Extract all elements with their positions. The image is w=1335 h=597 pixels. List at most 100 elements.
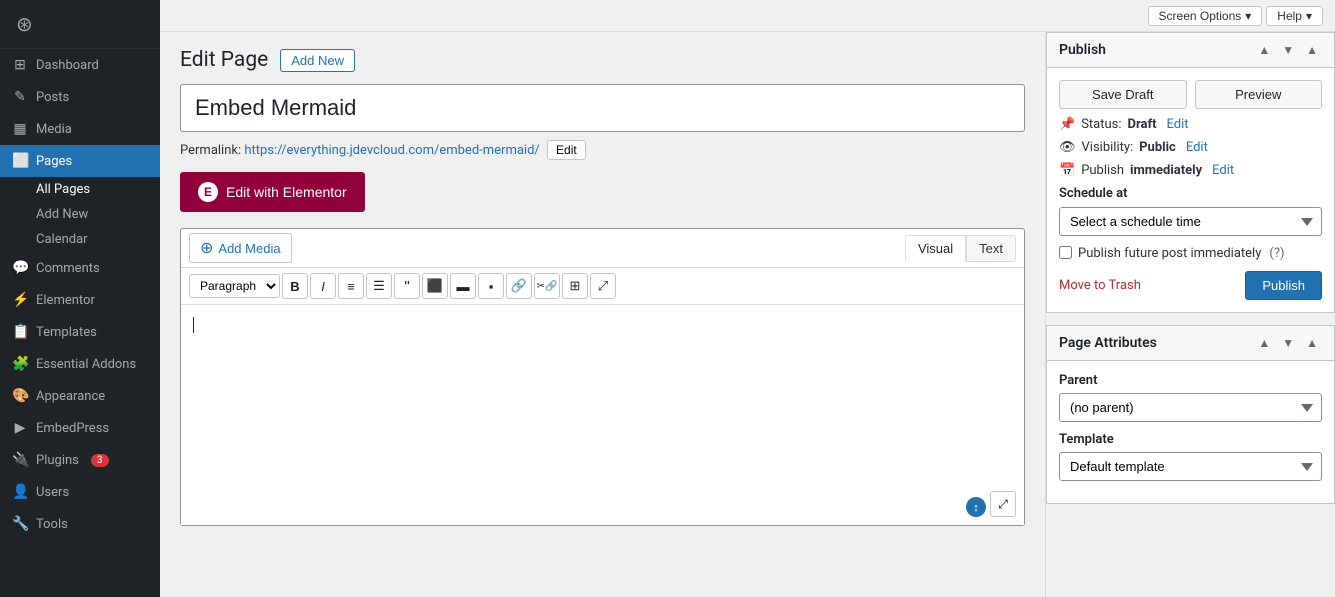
permalink-row: Permalink: https://everything.jdevcloud.…: [180, 140, 1025, 160]
expand-editor-button[interactable]: ⤢: [990, 491, 1016, 517]
publish-box: Publish ▲ ▼ ▲ Save Draft Preview: [1046, 32, 1335, 313]
publish-edit-link[interactable]: Edit: [1212, 163, 1234, 178]
publish-box-body: Save Draft Preview 📌 Status: Draft Edit …: [1047, 68, 1334, 312]
wp-editor: ⊕ Add Media Visual Text Paragraph B I ≡: [180, 228, 1025, 526]
elementor-logo-icon: E: [198, 182, 218, 202]
page-attr-collapse-down[interactable]: ▼: [1278, 334, 1298, 352]
table-button[interactable]: ⊞: [562, 273, 588, 299]
page-title-row: Edit Page Add New: [180, 48, 1025, 72]
sidebar-item-label: Appearance: [36, 389, 105, 404]
fullscreen-button[interactable]: ⤢: [590, 273, 616, 299]
future-post-checkbox[interactable]: [1059, 246, 1072, 259]
sidebar-item-label: Plugins: [36, 453, 79, 468]
help-button[interactable]: Help ▾: [1266, 6, 1323, 26]
essential-addons-icon: 🧩: [12, 356, 28, 372]
add-media-button[interactable]: ⊕ Add Media: [189, 233, 292, 263]
editor-body[interactable]: ↕ ⤢: [181, 305, 1024, 525]
publish-panel-toggle[interactable]: ▲: [1302, 41, 1322, 59]
sidebar-item-dashboard[interactable]: ⊞ Dashboard: [0, 49, 160, 81]
appearance-icon: 🎨: [12, 388, 28, 404]
add-new-button[interactable]: Add New: [280, 49, 355, 72]
publish-box-header: Publish ▲ ▼ ▲: [1047, 33, 1334, 68]
sidebar-item-label: EmbedPress: [36, 421, 109, 436]
page-title-input[interactable]: [180, 84, 1025, 132]
status-value: Draft: [1128, 117, 1157, 132]
dashboard-icon: ⊞: [12, 57, 28, 73]
sidebar-item-essential-addons[interactable]: 🧩 Essential Addons: [0, 348, 160, 380]
unordered-list-button[interactable]: ≡: [338, 273, 364, 299]
tab-text[interactable]: Text: [966, 235, 1016, 262]
ordered-list-button[interactable]: ☰: [366, 273, 392, 299]
italic-button[interactable]: I: [310, 273, 336, 299]
sidebar-item-posts[interactable]: ✎ Posts: [0, 81, 160, 113]
plugins-icon: 🔌: [12, 452, 28, 468]
blockquote-button[interactable]: ": [394, 273, 420, 299]
sidebar-item-label: Posts: [36, 90, 69, 105]
sidebar-item-elementor[interactable]: ⚡ Elementor: [0, 284, 160, 316]
visibility-row: 👁 Visibility: Public Edit: [1059, 140, 1322, 155]
format-select[interactable]: Paragraph: [189, 274, 280, 298]
screen-options-chevron-icon: ▾: [1245, 9, 1251, 23]
tab-visual[interactable]: Visual: [905, 235, 966, 262]
page-attributes-controls: ▲ ▼ ▲: [1254, 334, 1322, 352]
publish-button[interactable]: Publish: [1245, 271, 1322, 300]
posts-icon: ✎: [12, 89, 28, 105]
visibility-edit-link[interactable]: Edit: [1186, 140, 1208, 155]
bold-button[interactable]: B: [282, 273, 308, 299]
permalink-link[interactable]: https://everything.jdevcloud.com/embed-m…: [244, 143, 539, 158]
align-left-button[interactable]: ⬛: [422, 273, 448, 299]
sidebar-item-comments[interactable]: 💬 Comments: [0, 252, 160, 284]
parent-select[interactable]: (no parent): [1059, 393, 1322, 422]
save-draft-button[interactable]: Save Draft: [1059, 80, 1187, 109]
sidebar-item-media[interactable]: ▦ Media: [0, 113, 160, 145]
align-center-button[interactable]: ▬: [450, 273, 476, 299]
move-to-trash-link[interactable]: Move to Trash: [1059, 278, 1245, 293]
scroll-indicator: ↕: [966, 497, 986, 517]
sidebar-sub-calendar[interactable]: Calendar: [28, 227, 160, 252]
sidebar-item-templates[interactable]: 📋 Templates: [0, 316, 160, 348]
help-label: Help: [1277, 9, 1302, 23]
sidebar-sub-add-new[interactable]: Add New: [28, 202, 160, 227]
sidebar-item-plugins[interactable]: 🔌 Plugins 3: [0, 444, 160, 476]
sidebar-item-embedpress[interactable]: ▶ EmbedPress: [0, 412, 160, 444]
pages-submenu: All Pages Add New Calendar: [0, 177, 160, 252]
status-edit-link[interactable]: Edit: [1167, 117, 1189, 132]
page-attr-collapse-up[interactable]: ▲: [1254, 334, 1274, 352]
sidebar-item-label: Media: [36, 122, 72, 137]
align-right-button[interactable]: ▪: [478, 273, 504, 299]
schedule-select[interactable]: Select a schedule time: [1059, 207, 1322, 236]
elementor-edit-button[interactable]: E Edit with Elementor: [180, 172, 365, 212]
template-select[interactable]: Default template: [1059, 452, 1322, 481]
visibility-value: Public: [1139, 140, 1176, 155]
page-attr-toggle[interactable]: ▲: [1302, 334, 1322, 352]
page-heading: Edit Page: [180, 48, 268, 72]
elementor-icon: ⚡: [12, 292, 28, 308]
sidebar-sub-all-pages[interactable]: All Pages: [28, 177, 160, 202]
publish-panel-collapse-down[interactable]: ▼: [1278, 41, 1298, 59]
template-row: Template Default template: [1059, 432, 1322, 481]
screen-options-button[interactable]: Screen Options ▾: [1148, 6, 1263, 26]
unlink-button[interactable]: ✂🔗: [534, 273, 560, 299]
sidebar-item-tools[interactable]: 🔧 Tools: [0, 508, 160, 540]
sidebar-item-users[interactable]: 👤 Users: [0, 476, 160, 508]
page-attributes-title: Page Attributes: [1059, 335, 1157, 351]
sidebar-item-appearance[interactable]: 🎨 Appearance: [0, 380, 160, 412]
editor-tabs-row: ⊕ Add Media Visual Text: [181, 229, 1024, 268]
parent-row: Parent (no parent): [1059, 373, 1322, 422]
preview-button[interactable]: Preview: [1195, 80, 1323, 109]
future-post-help-icon[interactable]: (?): [1269, 246, 1284, 261]
sidebar-item-pages[interactable]: ⬜ Pages: [0, 145, 160, 177]
editor-column: Edit Page Add New Permalink: https://eve…: [160, 32, 1045, 597]
content-area: Edit Page Add New Permalink: https://eve…: [160, 32, 1335, 597]
publish-footer: Move to Trash Publish: [1059, 271, 1322, 300]
permalink-edit-button[interactable]: Edit: [547, 140, 586, 160]
publish-calendar-icon: 📅: [1059, 163, 1075, 178]
publish-panel-collapse-up[interactable]: ▲: [1254, 41, 1274, 59]
schedule-section: Schedule at Select a schedule time: [1059, 186, 1322, 236]
sidebar-item-label: Elementor: [36, 293, 95, 308]
add-media-icon: ⊕: [200, 238, 213, 258]
link-button[interactable]: 🔗: [506, 273, 532, 299]
media-icon: ▦: [12, 121, 28, 137]
status-row: 📌 Status: Draft Edit: [1059, 117, 1322, 132]
visibility-label: Visibility:: [1082, 140, 1134, 155]
